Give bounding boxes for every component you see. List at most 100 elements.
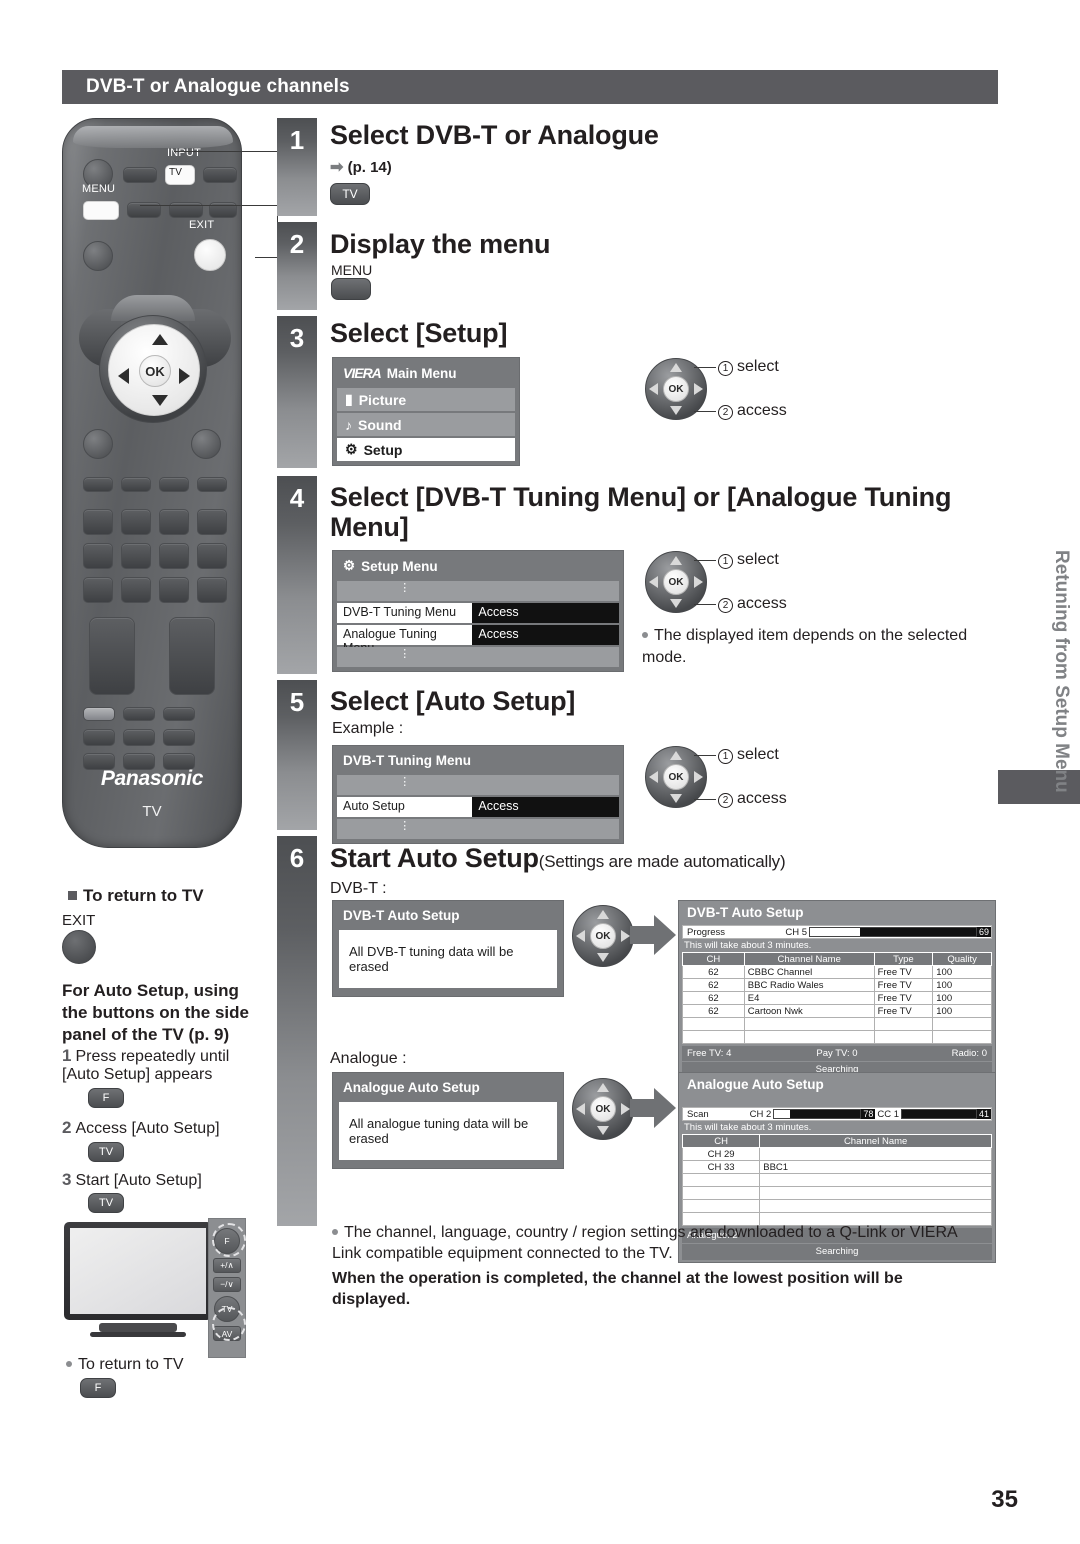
cell-type: Free TV [873,1004,934,1018]
remote-key [203,167,237,183]
arrow-right-icon [179,368,190,384]
dvbt-progress-meter [808,927,977,937]
panasonic-logo: Panasonic [100,767,204,790]
cell-name: BBC1 [759,1160,992,1174]
callout-leader [694,411,716,412]
leader-line-step2-a [140,205,278,206]
pay-tv-count: Pay TV: 0 [816,1048,858,1059]
callout-text: access [737,595,787,612]
main-menu-osd: VIERA Main Menu ▮ Picture ♪ Sound ⚙ Setu… [332,357,520,466]
leader-line-step2-c [255,257,279,258]
arrow-down-icon [152,395,168,406]
arrow-up-icon [670,556,682,565]
main-menu-item-setup[interactable]: ⚙ Setup [337,438,515,461]
leader-line-step1 [174,151,278,152]
remote-key [163,729,195,746]
dpad-figure-analogue: OK [572,1078,634,1140]
cell-quality: 100 [932,978,992,992]
square-bullet-icon [68,891,77,900]
dvbt-confirm-dialog: DVB-T Auto Setup All DVB-T tuning data w… [332,900,564,997]
callout-text: select [737,551,779,568]
main-menu-item-label: Sound [358,416,402,433]
side-panel-key-volup[interactable]: +/∧ [213,1258,241,1273]
exit-key-label: EXIT [62,912,96,929]
side-step-number: 3 [62,1170,72,1189]
arrow-right-icon: ➡ [330,159,344,176]
dvbt-tuning-row-auto-setup[interactable]: Auto Setup Access [337,797,619,817]
arrow-right-icon [621,930,630,942]
arrow-left-icon [576,930,585,942]
remote-round-key [83,429,113,459]
remote-key [83,577,113,603]
tv-side-panel: F +/∧ −/∨ TV AV [208,1218,246,1358]
table-header-row: CH Channel Name [681,1134,992,1148]
side-panel-key-voldown[interactable]: −/∨ [213,1277,241,1292]
cell-quality: 100 [932,1004,992,1018]
arrow-down-icon [597,953,609,962]
cell-name: BBC Radio Wales [743,978,875,992]
section-header: DVB-T or Analogue channels [62,70,998,104]
bullet-icon [332,1229,338,1235]
remote-key [121,477,151,492]
arrow-up-icon [670,751,682,760]
menu-label: MENU [82,183,116,195]
main-menu-item-picture[interactable]: ▮ Picture [337,388,515,411]
callout-number: 2 [718,598,733,613]
tv-key-badge: TV [330,183,370,205]
analogue-channel-table: CH Channel Name CH 29 CH 33 BBC1 [681,1134,992,1226]
remote-key [121,543,151,569]
side-panel-block-title: For Auto Setup, using the buttons on the… [62,981,249,1045]
setup-menu-row-value: Access [472,603,619,623]
side-tab-text: Retuning from Setup Menu [1051,550,1072,793]
remote-key [197,543,227,569]
step-2-heading: Display the menu [330,229,551,259]
setup-menu-title-row: ⚙ Setup Menu [337,555,619,579]
step-5-example-label: Example : [332,720,404,737]
cell-ch: 62 [682,1004,745,1018]
cell-name: CBBC Channel [743,965,875,979]
col-channel-name: Channel Name [759,1134,992,1148]
exit-label: EXIT [189,219,215,231]
free-tv-count: Free TV: 4 [687,1048,732,1059]
remote-key [197,509,227,535]
input-label: INPUT [167,147,201,159]
table-row: CH 29 [681,1147,992,1161]
remote-key [197,477,227,492]
step-3-callout-select: 1 select [718,358,779,376]
arrow-up-icon [670,363,682,372]
remote-key [121,577,151,603]
dvbt-tuning-menu-osd: DVB-T Tuning Menu ⋮ Auto Setup Access ⋮ [332,745,624,844]
table-row: 62 E4 Free TV 100 [682,991,992,1005]
callout-number: 1 [718,749,733,764]
analogue-ch-meter [773,1109,862,1119]
arrow-right-icon [694,771,703,783]
dashed-ring-icon [212,1223,246,1257]
bullet-icon [642,632,648,638]
arrow-left-icon [576,1103,585,1115]
analogue-ch-value: 78 [861,1109,876,1119]
side-step-2: 2 Access [Auto Setup] [62,1118,220,1138]
setup-menu-row-dvbt[interactable]: DVB-T Tuning Menu Access [337,603,619,623]
radio-count: Radio: 0 [951,1048,987,1059]
remote-key [123,707,155,721]
dvbt-result-title: DVB-T Auto Setup [679,901,995,925]
setup-icon: ⚙ [345,441,358,457]
step-4-callout-select: 1 select [718,551,779,569]
table-row: 62 BBC Radio Wales Free TV 100 [682,978,992,992]
dvbt-mode-label: DVB-T : [330,880,387,897]
f-key-badge: F [88,1088,124,1108]
side-step-2-key: TV [88,1142,124,1162]
remote-large-key [169,617,215,695]
setup-menu-row-analogue[interactable]: Analogue Tuning Menu Access [337,625,619,655]
main-menu-item-sound[interactable]: ♪ Sound [337,413,515,436]
flow-arrow-icon [630,1088,676,1128]
setup-menu-row-name: DVB-T Tuning Menu [337,603,473,623]
callout-leader [694,560,716,561]
remote-round-key [191,429,221,459]
ok-button: OK [663,764,689,790]
table-row: 62 Cartoon Nwk Free TV 100 [682,1004,992,1018]
picture-icon: ▮ [345,391,353,407]
step-2-key-label: MENU [331,262,373,278]
tv-base [90,1332,186,1337]
table-row [682,1017,992,1031]
